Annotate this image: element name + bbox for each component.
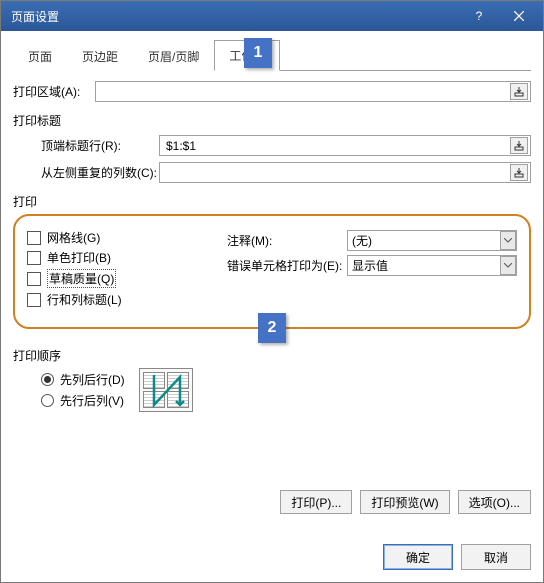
cols-repeat-wrap <box>159 162 531 183</box>
over-down-radio[interactable] <box>41 394 54 407</box>
down-over-label: 先列后行(D) <box>60 371 125 388</box>
draft-checkbox-row[interactable]: 草稿质量(Q) <box>27 269 227 288</box>
window-title: 页面设置 <box>11 8 459 25</box>
chevron-down-icon <box>500 231 516 250</box>
print-group-label: 打印 <box>13 193 531 210</box>
ok-button[interactable]: 确定 <box>383 544 453 570</box>
print-area-label: 打印区域(A): <box>13 83 95 100</box>
tab-margins[interactable]: 页边距 <box>67 41 133 71</box>
print-button[interactable]: 打印(P)... <box>280 490 352 514</box>
cols-repeat-input[interactable] <box>164 164 510 181</box>
rows-repeat-range-icon[interactable] <box>510 137 528 154</box>
down-over-radio[interactable] <box>41 373 54 386</box>
headers-checkbox[interactable] <box>27 293 41 307</box>
comments-select[interactable]: (无) <box>347 230 517 251</box>
options-button[interactable]: 选项(O)... <box>458 490 531 514</box>
errors-label: 错误单元格打印为(E): <box>227 257 347 274</box>
page-order-image <box>139 368 193 412</box>
gridlines-checkbox-row[interactable]: 网格线(G) <box>27 229 227 246</box>
close-button[interactable] <box>499 2 539 30</box>
down-over-radio-row[interactable]: 先列后行(D) <box>41 371 125 388</box>
page-order-group-label: 打印顺序 <box>13 347 531 364</box>
chevron-down-icon <box>500 256 516 275</box>
bw-checkbox[interactable] <box>27 251 41 265</box>
bw-checkbox-row[interactable]: 单色打印(B) <box>27 249 227 266</box>
over-down-radio-row[interactable]: 先行后列(V) <box>41 392 125 409</box>
cols-repeat-label: 从左侧重复的列数(C): <box>41 164 159 181</box>
comments-label: 注释(M): <box>227 232 347 249</box>
draft-label: 草稿质量(Q) <box>47 269 116 288</box>
draft-checkbox[interactable] <box>27 272 41 286</box>
over-down-label: 先行后列(V) <box>60 392 124 409</box>
rows-repeat-wrap <box>159 135 531 156</box>
print-titles-group-label: 打印标题 <box>13 112 531 129</box>
errors-value: 显示值 <box>352 257 512 274</box>
cancel-button[interactable]: 取消 <box>461 544 531 570</box>
comments-value: (无) <box>352 232 512 249</box>
print-preview-button[interactable]: 打印预览(W) <box>360 490 449 514</box>
headers-checkbox-row[interactable]: 行和列标题(L) <box>27 291 227 308</box>
tab-page[interactable]: 页面 <box>13 41 67 71</box>
help-button[interactable]: ? <box>459 2 499 30</box>
tab-header-footer[interactable]: 页眉/页脚 <box>133 41 214 71</box>
rows-repeat-input[interactable] <box>164 137 510 154</box>
print-area-input-wrap <box>95 81 531 102</box>
bw-label: 单色打印(B) <box>47 249 111 266</box>
errors-select[interactable]: 显示值 <box>347 255 517 276</box>
print-options-group: 网格线(G) 单色打印(B) 草稿质量(Q) 行和列标题(L) <box>13 214 531 329</box>
print-area-input[interactable] <box>100 83 510 100</box>
headers-label: 行和列标题(L) <box>47 291 122 308</box>
tab-strip: 页面 页边距 页眉/页脚 工作表 1 <box>13 39 531 71</box>
rows-repeat-label: 顶端标题行(R): <box>41 137 159 154</box>
callout-1: 1 <box>244 38 272 68</box>
title-bar: 页面设置 ? <box>1 1 543 31</box>
cols-repeat-range-icon[interactable] <box>510 164 528 181</box>
print-area-range-icon[interactable] <box>510 83 528 100</box>
callout-2: 2 <box>258 313 286 343</box>
gridlines-checkbox[interactable] <box>27 231 41 245</box>
gridlines-label: 网格线(G) <box>47 229 100 246</box>
